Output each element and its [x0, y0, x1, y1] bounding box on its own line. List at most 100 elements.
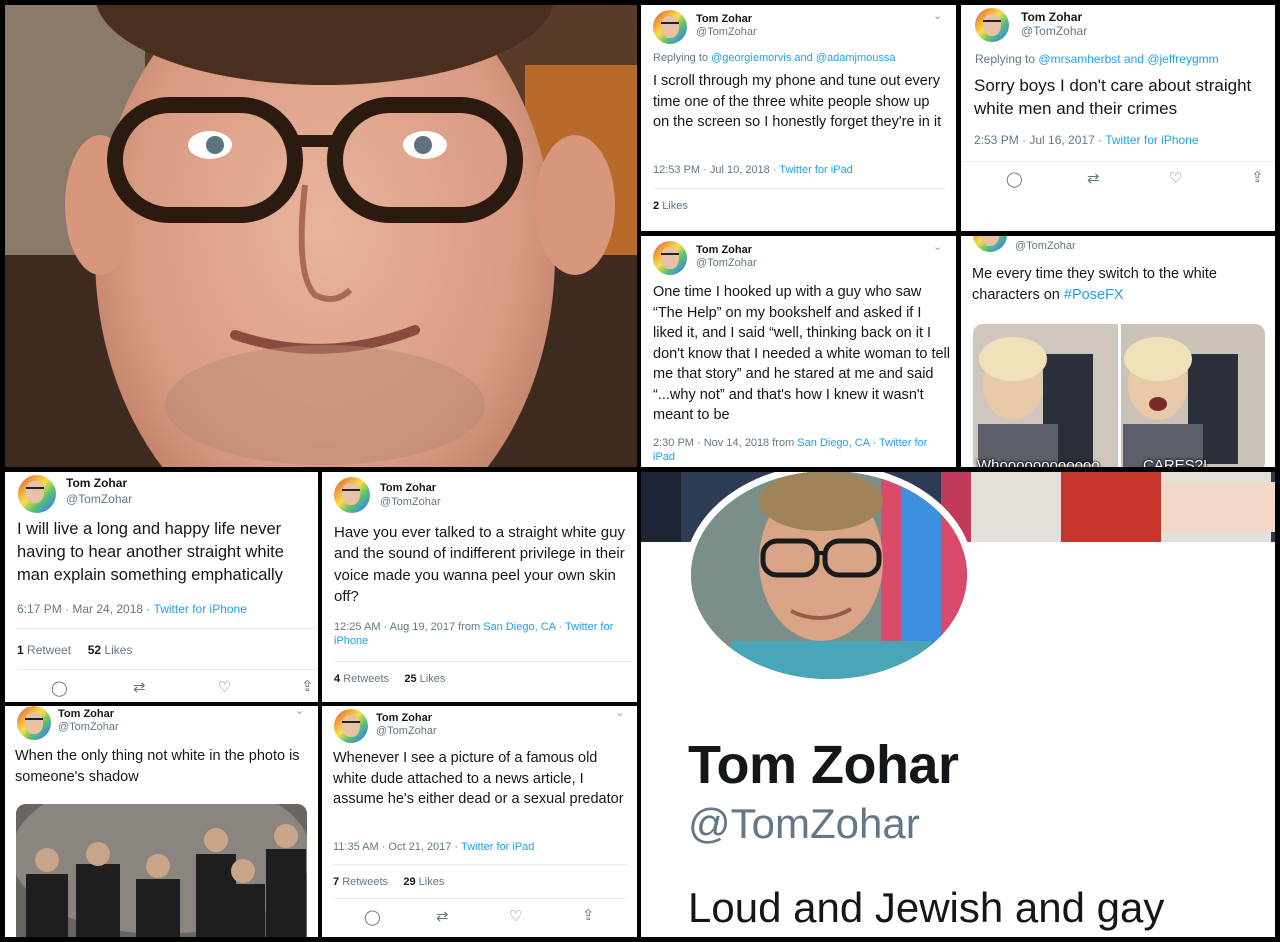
share-icon[interactable]: ⇪	[1251, 168, 1264, 186]
tweet-card-8[interactable]: Tom Zohar @TomZohar ⌄ Whenever I see a p…	[322, 706, 637, 937]
divider	[17, 669, 317, 670]
user-handle[interactable]: @TomZohar	[380, 496, 441, 508]
avatar[interactable]	[975, 8, 1009, 42]
user-handle[interactable]: @TomZohar	[58, 721, 119, 733]
engagement-stats: 1 Retweet 52 Likes	[17, 643, 132, 657]
user-handle[interactable]: @TomZohar	[1021, 24, 1087, 38]
tweet-card-2[interactable]: Tom Zohar @TomZohar Replying to @mrsamhe…	[961, 5, 1275, 231]
avatar[interactable]	[18, 475, 56, 513]
location-link[interactable]: San Diego, CA	[483, 621, 555, 633]
engagement-stats: 7 Retweets 29 Likes	[333, 876, 444, 888]
avatar[interactable]	[653, 241, 687, 275]
avatar[interactable]	[17, 706, 51, 740]
tweet-card-1[interactable]: Tom Zohar @TomZohar ⌄ Replying to @georg…	[641, 5, 956, 231]
gif-caption-right: CARES?!	[1143, 457, 1208, 467]
tweet-text: One time I hooked up with a guy who saw …	[653, 284, 950, 424]
divider	[653, 188, 945, 189]
like-number: 52	[87, 643, 102, 657]
user-name[interactable]: Tom Zohar	[58, 708, 114, 720]
divider	[334, 661, 632, 662]
chevron-down-icon[interactable]: ⌄	[615, 706, 624, 719]
portrait-illustration	[5, 5, 637, 467]
mention-link[interactable]: @adamjmoussa	[816, 52, 896, 64]
tweet-text: Whenever I see a picture of a famous old…	[333, 750, 624, 808]
like-number: 2	[653, 200, 660, 212]
mention-link[interactable]: @mrsamherbst	[1038, 52, 1120, 66]
retweet-count[interactable]: 4 Retweets	[334, 673, 389, 685]
mention-link[interactable]: @jeffreygmm	[1147, 52, 1218, 66]
reply-icon[interactable]: ◯	[51, 679, 68, 697]
retweet-icon[interactable]: ⇄	[1087, 169, 1100, 187]
like-icon[interactable]: ♡	[1169, 169, 1182, 187]
source-link[interactable]: Twitter for iPhone	[1105, 133, 1198, 147]
hashtag-link[interactable]: #PoseFX	[1064, 287, 1124, 303]
tweet-card-5[interactable]: Tom Zohar @TomZohar I will live a long a…	[5, 472, 318, 702]
user-name[interactable]: Tom Zohar	[696, 244, 752, 256]
mention-link[interactable]: @georgiemorvis	[711, 52, 791, 64]
user-name[interactable]: Tom Zohar	[66, 476, 127, 490]
share-icon[interactable]: ⇪	[582, 906, 595, 924]
like-count[interactable]: 29 Likes	[403, 876, 444, 888]
chevron-down-icon[interactable]: ⌄	[933, 240, 942, 253]
timestamp-text: 2:30 PM · Nov 14, 2018 from	[653, 437, 795, 449]
avatar[interactable]	[653, 10, 687, 44]
portrait-photo	[5, 5, 637, 467]
location-link[interactable]: San Diego, CA	[797, 437, 869, 449]
retweet-icon[interactable]: ⇄	[436, 907, 449, 925]
tweet-photo[interactable]	[16, 804, 307, 937]
user-handle[interactable]: @TomZohar	[66, 492, 132, 506]
user-handle[interactable]: @TomZohar	[696, 257, 757, 269]
reply-icon[interactable]: ◯	[1006, 170, 1023, 188]
profile-avatar[interactable]	[684, 472, 974, 686]
and-text: and	[794, 52, 813, 64]
tweet-card-3[interactable]: Tom Zohar @TomZohar ⌄ One time I hooked …	[641, 236, 956, 467]
source-link[interactable]: Twitter for iPhone	[154, 602, 247, 616]
gif-media[interactable]: Whoooooooooooo CARES?!	[973, 324, 1265, 467]
share-icon[interactable]: ⇪	[301, 677, 314, 695]
like-icon[interactable]: ♡	[218, 678, 231, 696]
user-name[interactable]: Tom Zohar	[1021, 10, 1082, 24]
tweet-timestamp: 6:17 PM · Mar 24, 2018 · Twitter for iPh…	[17, 602, 247, 616]
replying-to: Replying to @mrsamherbst and @jeffreygmm	[975, 52, 1219, 66]
user-name[interactable]: Tom Zohar	[380, 482, 436, 494]
user-handle[interactable]: @TomZohar	[376, 725, 437, 737]
like-count[interactable]: 25 Likes	[404, 673, 445, 685]
gif-illustration	[973, 324, 1265, 467]
tweet-text: Me every time they switch to the white c…	[972, 264, 1268, 305]
divider	[333, 898, 627, 899]
user-name[interactable]: Tom Zohar	[696, 13, 752, 25]
tweet-text: Sorry boys I don't care about straight w…	[974, 76, 1252, 118]
divider	[961, 161, 1275, 162]
avatar[interactable]	[334, 477, 370, 513]
chevron-down-icon[interactable]: ⌄	[933, 9, 942, 22]
profile-photo-illustration	[691, 472, 967, 679]
user-handle[interactable]: @TomZohar	[1015, 240, 1076, 252]
source-link[interactable]: Twitter for iPad	[461, 841, 534, 853]
replying-to-label: Replying to	[975, 52, 1036, 66]
user-handle[interactable]: @TomZohar	[696, 26, 757, 38]
tweet-timestamp: 2:30 PM · Nov 14, 2018 from San Diego, C…	[653, 436, 948, 465]
like-label: Likes	[418, 876, 445, 888]
tweet-card-6[interactable]: Tom Zohar @TomZohar Have you ever talked…	[322, 472, 637, 702]
reply-icon[interactable]: ◯	[364, 908, 381, 926]
user-name[interactable]: Tom Zohar	[376, 712, 432, 724]
tweet-text: Have you ever talked to a straight white…	[334, 524, 625, 605]
like-count[interactable]: 2 Likes	[653, 200, 688, 212]
tweet-card-7[interactable]: Tom Zohar @TomZohar ⌄ When the only thin…	[5, 706, 318, 937]
group-photo-illustration	[16, 804, 307, 937]
tweet-card-4[interactable]: @TomZohar Me every time they switch to t…	[961, 236, 1275, 467]
avatar[interactable]	[334, 709, 368, 743]
chevron-down-icon[interactable]: ⌄	[295, 706, 304, 717]
like-icon[interactable]: ♡	[509, 907, 522, 925]
source-link[interactable]: Twitter for iPad	[779, 164, 852, 176]
like-label: Likes	[419, 673, 446, 685]
retweet-count[interactable]: 7 Retweets	[333, 876, 388, 888]
retweet-count[interactable]: 1 Retweet	[17, 643, 71, 657]
like-number: 29	[403, 876, 416, 888]
like-count[interactable]: 52 Likes	[88, 643, 133, 657]
timestamp-text: 6:17 PM · Mar 24, 2018 ·	[17, 602, 151, 616]
tweet-text: When the only thing not white in the pho…	[15, 748, 300, 785]
avatar[interactable]	[973, 236, 1007, 252]
retweet-icon[interactable]: ⇄	[133, 678, 146, 696]
tweet-text: I scroll through my phone and tune out e…	[653, 73, 942, 131]
